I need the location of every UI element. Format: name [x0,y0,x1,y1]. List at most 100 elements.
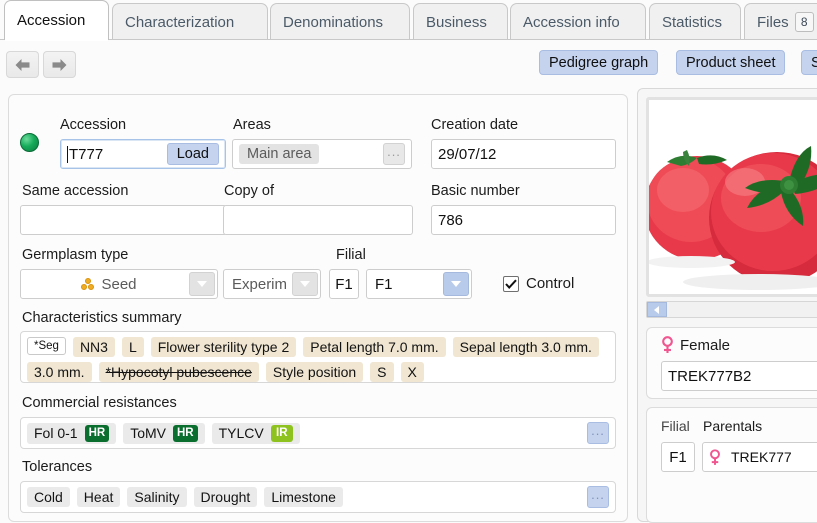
control-checkbox[interactable] [503,275,519,292]
characteristic-tag[interactable]: S [370,362,394,382]
areas-field[interactable]: Main area ... [232,139,412,169]
tab-label: Business [426,13,487,31]
venus-symbol-icon [662,336,673,353]
germplasm-type-label: Germplasm type [22,247,129,263]
chevron-down-icon[interactable] [189,272,215,296]
resistance-name: TYLCV [218,425,264,441]
load-button[interactable]: Load [166,143,219,165]
filial-select[interactable]: F1 [366,269,472,299]
resistance-item[interactable]: TYLCV IR [211,422,300,444]
parental-value: TREK777 [731,449,792,465]
parental-filial-value[interactable]: F1 [661,442,695,472]
characteristic-tag[interactable]: Petal length 7.0 mm. [303,337,446,357]
characteristic-tag[interactable]: 3.0 mm. [27,362,92,382]
action-bar: Pedigree graph Product sheet S [0,40,817,87]
third-action-button[interactable]: S [801,50,817,75]
basic-number-input[interactable]: 786 [431,205,616,235]
text-caret [67,145,68,163]
resistances-browse-button[interactable]: ... [587,422,609,444]
creation-date-input[interactable]: 29/07/12 [431,139,616,169]
accession-label: Accession [60,117,127,133]
characteristic-tag[interactable]: Sepal length 3.0 mm. [452,337,599,357]
photo-scrollbar[interactable] [646,301,817,318]
tolerance-item[interactable]: Cold [27,487,70,507]
green-status-dot [20,133,39,152]
parental-filial-text: F1 [669,448,687,466]
resistance-name: ToMV [130,425,166,441]
same-accession-label: Same accession [22,183,129,199]
tab-files[interactable]: Files 8 [744,3,817,40]
forward-button[interactable] [43,51,76,78]
tab-business[interactable]: Business [413,3,508,40]
female-parent-panel: Female TREK777B2 [646,327,817,399]
tab-bar: Accession Characterization Denominations… [0,0,817,41]
resistance-name: Fol 0-1 [34,425,78,441]
tolerance-item[interactable]: Limestone [264,487,343,507]
tab-label: Denominations [283,13,384,31]
characteristic-tag[interactable]: Flower sterility type 2 [150,337,297,357]
tolerance-item[interactable]: Drought [193,487,258,507]
chevron-down-icon[interactable] [443,272,469,296]
tab-label: Accession info [523,13,620,31]
tolerances-box: Cold Heat Salinity Drought Limestone ... [20,481,616,513]
accession-form-panel: Accession T777 Load Areas Main area ... … [8,94,628,522]
characteristics-summary-box: *Seg NN3 L Flower sterility type 2 Petal… [20,331,616,383]
filial-value: F1 [375,275,393,293]
seed-icon [81,278,95,290]
commercial-resistances-box: Fol 0-1 HR ToMV HR TYLCV IR ... [20,417,616,449]
chevron-down-icon[interactable] [292,272,318,296]
same-accession-input[interactable] [20,205,227,235]
characteristic-tag[interactable]: L [121,337,144,357]
parentals-panel: Filial Parentals F1 TREK777 [646,407,817,523]
button-label: Pedigree graph [549,54,649,71]
tolerances-browse-button[interactable]: ... [587,486,609,508]
female-value: TREK777B2 [668,367,752,385]
button-label: S [811,54,817,71]
scroll-left-button[interactable] [647,302,667,317]
files-count-badge: 8 [794,12,814,32]
tab-denominations[interactable]: Denominations [270,3,410,40]
tab-accession-info[interactable]: Accession info [510,3,646,40]
product-sheet-button[interactable]: Product sheet [676,50,786,75]
tab-label: Accession [17,12,86,29]
resistance-item[interactable]: Fol 0-1 HR [27,422,117,444]
control-label: Control [526,275,575,292]
resistance-level-badge: HR [173,424,198,442]
characteristic-tag[interactable]: *Seg [27,337,66,355]
characteristic-tag[interactable]: Style position [265,362,364,382]
tab-accession[interactable]: Accession [4,0,109,41]
germplasm-sub-select[interactable]: Experim [223,269,321,299]
areas-browse-button[interactable]: ... [383,143,405,165]
characteristic-tag[interactable]: X [400,362,424,382]
tomato-photo-image [649,100,817,294]
parentals-filial-label: Filial [661,418,690,434]
tab-characterization[interactable]: Characterization [112,3,268,40]
basic-number-label: Basic number [431,183,520,199]
accession-input[interactable]: T777 Load [60,139,226,169]
resistance-item[interactable]: ToMV HR [123,422,205,444]
copy-of-input[interactable] [223,205,413,235]
control-checkbox-row[interactable]: Control [503,275,574,292]
basic-number-value: 786 [438,211,464,229]
resistance-level-badge: IR [270,424,293,442]
tab-statistics[interactable]: Statistics [649,3,741,40]
tab-label: Characterization [125,13,235,31]
accession-photo[interactable] [646,97,817,297]
characteristic-tag[interactable]: NN3 [72,337,115,357]
parental-row[interactable]: TREK777 [702,442,817,472]
female-value-input[interactable]: TREK777B2 [661,361,817,391]
tab-label: Statistics [662,13,723,31]
area-chip: Main area [239,144,320,164]
venus-symbol-icon [710,448,720,465]
germplasm-type-select[interactable]: Seed [20,269,218,299]
commercial-resistances-label: Commercial resistances [22,395,177,411]
pedigree-graph-button[interactable]: Pedigree graph [539,50,659,75]
filial-code-input[interactable]: F1 [329,269,359,299]
tolerance-item[interactable]: Salinity [127,487,187,507]
filial-code-value: F1 [335,275,353,293]
tolerance-item[interactable]: Heat [76,487,121,507]
characteristic-tag[interactable]: *Hypocotyl pubescence [98,362,259,382]
back-button[interactable] [6,51,39,78]
tolerances-label: Tolerances [22,459,93,475]
resistance-level-badge: HR [84,424,110,442]
